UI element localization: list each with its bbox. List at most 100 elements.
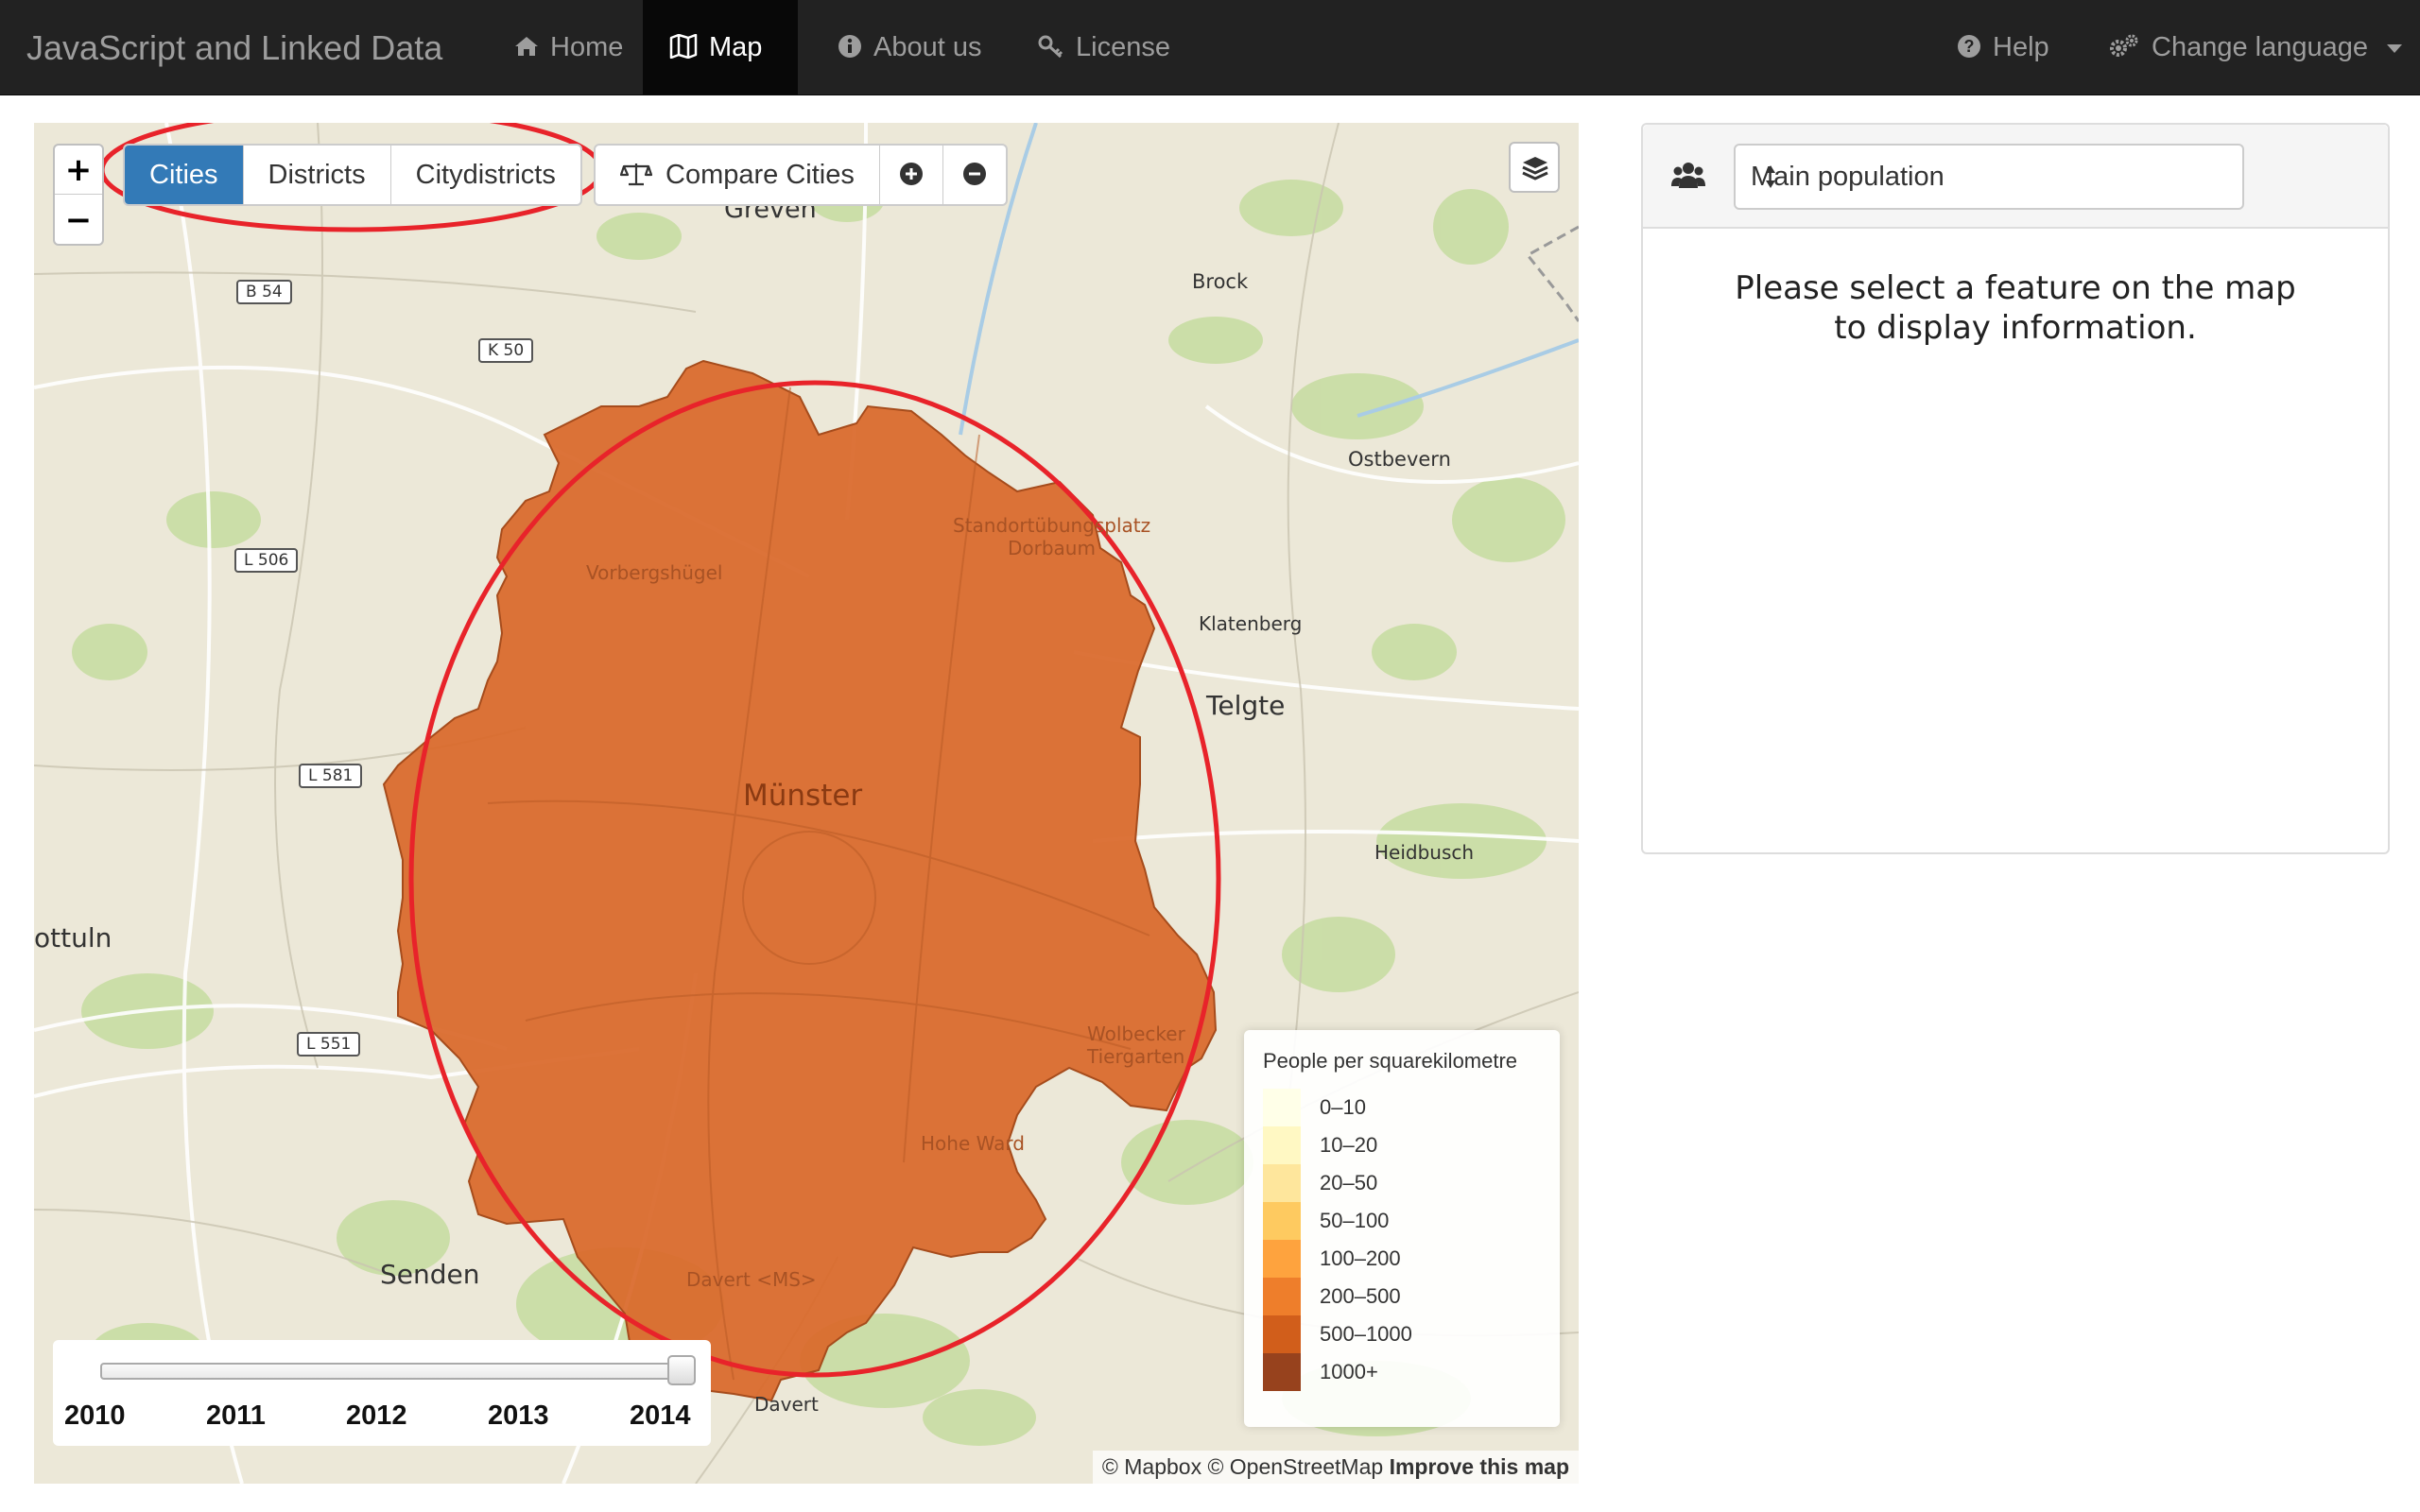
citydistricts-button[interactable]: Citydistricts [391,146,580,204]
legend-label: 200–500 [1320,1284,1401,1308]
legend-label: 50–100 [1320,1209,1390,1232]
year-label-2010[interactable]: 2010 [64,1400,126,1432]
level-button-group: Cities Districts Citydistricts [123,144,582,206]
minus-circle-icon [962,163,986,186]
road-shield-l581: L 581 [299,764,363,788]
year-label-2011[interactable]: 2011 [206,1400,266,1432]
brand-link[interactable]: JavaScript and Linked Data [26,0,442,95]
top-navbar: JavaScript and Linked Data Home Map Abou… [0,0,2420,95]
legend-item: 1000+ [1263,1353,1541,1391]
svg-text:?: ? [1964,37,1975,56]
legend-swatch [1263,1278,1301,1315]
legend-label: 20–50 [1320,1171,1378,1194]
home-icon [515,36,538,56]
year-slider-track[interactable] [100,1363,686,1380]
label-tiergarten: Tiergarten [1087,1045,1185,1068]
nav-home-label: Home [550,32,624,62]
nav-license[interactable]: License [1025,0,1184,95]
select-arrows-icon [1766,165,1775,188]
year-label-2014[interactable]: 2014 [630,1400,691,1432]
cities-button[interactable]: Cities [125,146,244,204]
legend-title: People per squarekilometre [1263,1049,1518,1073]
add-comparison-button[interactable] [880,146,943,204]
compare-button-group: Compare Cities [594,144,1008,206]
label-klatenberg: Klatenberg [1199,612,1303,635]
legend-rows: 0–10 10–20 20–50 50–100 100–200 200–500 500–10… [1263,1089,1541,1391]
legend-label: 1000+ [1320,1360,1378,1383]
info-message-line2: to display information. [1834,309,2197,347]
road-shield-l506: L 506 [234,548,299,573]
label-dorbaum: Dorbaum [1008,537,1096,559]
map-view[interactable]: Greven Brock Ostbevern Standortübungspla… [34,123,1579,1484]
info-panel-header: Main population [1643,125,2388,229]
remove-comparison-button[interactable] [943,146,1006,204]
label-davert: Davert [754,1393,819,1416]
year-label-2012[interactable]: 2012 [346,1400,407,1432]
label-heidbusch: Heidbusch [1374,841,1475,864]
layers-button[interactable] [1509,142,1560,193]
label-ostbevern: Ostbevern [1348,448,1451,471]
legend-swatch [1263,1353,1301,1391]
label-nottuln: ottuln [34,922,112,954]
legend-item: 500–1000 [1263,1315,1541,1353]
label-muenster: Münster [743,779,863,813]
map-icon [669,33,698,60]
map-legend: People per squarekilometre 0–10 10–20 20–5… [1244,1030,1560,1427]
compare-cities-button[interactable]: Compare Cities [596,146,880,204]
legend-label: 500–1000 [1320,1322,1412,1346]
label-hohe-ward: Hohe Ward [921,1132,1025,1155]
legend-swatch [1263,1126,1301,1164]
legend-item: 100–200 [1263,1240,1541,1278]
attribution-text[interactable]: © Mapbox © OpenStreetMap [1102,1454,1383,1479]
label-senden: Senden [380,1259,480,1290]
legend-swatch [1263,1240,1301,1278]
districts-button[interactable]: Districts [244,146,391,204]
nav-map[interactable]: Map [643,0,798,95]
year-label-2013[interactable]: 2013 [488,1400,549,1432]
legend-swatch [1263,1315,1301,1353]
legend-swatch [1263,1089,1301,1126]
plus-circle-icon [899,163,923,186]
compare-cities-label: Compare Cities [666,160,855,190]
legend-item: 50–100 [1263,1202,1541,1240]
legend-swatch [1263,1164,1301,1202]
label-davert-ms: Davert <MS> [686,1268,817,1291]
zoom-control: + − [53,144,104,246]
users-icon [1671,163,1705,188]
caret-down-icon [2386,43,2402,53]
legend-label: 100–200 [1320,1246,1401,1270]
label-standortuebungsplatz: Standortübungsplatz [953,514,1151,537]
improve-map-link[interactable]: Improve this map [1390,1454,1569,1479]
nav-home[interactable]: Home [501,0,636,95]
legend-item: 10–20 [1263,1126,1541,1164]
label-brock: Brock [1192,270,1249,293]
road-shield-b54: B 54 [236,280,292,304]
legend-item: 0–10 [1263,1089,1541,1126]
year-slider-panel: 2010 2011 2012 2013 2014 [53,1340,711,1446]
key-icon [1038,35,1063,58]
label-telgte: Telgte [1206,690,1286,721]
info-panel: Main population Please select a feature … [1641,123,2390,854]
label-wolbecker: Wolbecker [1087,1022,1185,1045]
road-shield-l551: L 551 [297,1032,361,1057]
info-icon [838,34,861,58]
nav-change-language[interactable]: Change language [2095,0,2415,95]
nav-about[interactable]: About us [824,0,994,95]
nav-help[interactable]: ? Help [1944,0,2063,95]
info-message-line1: Please select a feature on the map [1735,269,2296,307]
layers-icon [1522,157,1548,180]
nav-license-label: License [1076,32,1170,62]
gears-icon [2110,34,2138,57]
population-select-value: Main population [1751,162,1945,192]
year-slider-handle[interactable] [667,1355,696,1385]
nav-about-label: About us [873,32,982,62]
legend-label: 0–10 [1320,1095,1366,1119]
population-select[interactable]: Main population [1734,144,2244,210]
balance-scale-icon [619,163,653,186]
question-icon: ? [1958,34,1980,58]
nav-map-label: Map [709,32,763,62]
road-shield-k50: K 50 [478,338,534,363]
zoom-in-button[interactable]: + [55,146,102,195]
zoom-out-button[interactable]: − [55,196,102,245]
legend-item: 200–500 [1263,1278,1541,1315]
